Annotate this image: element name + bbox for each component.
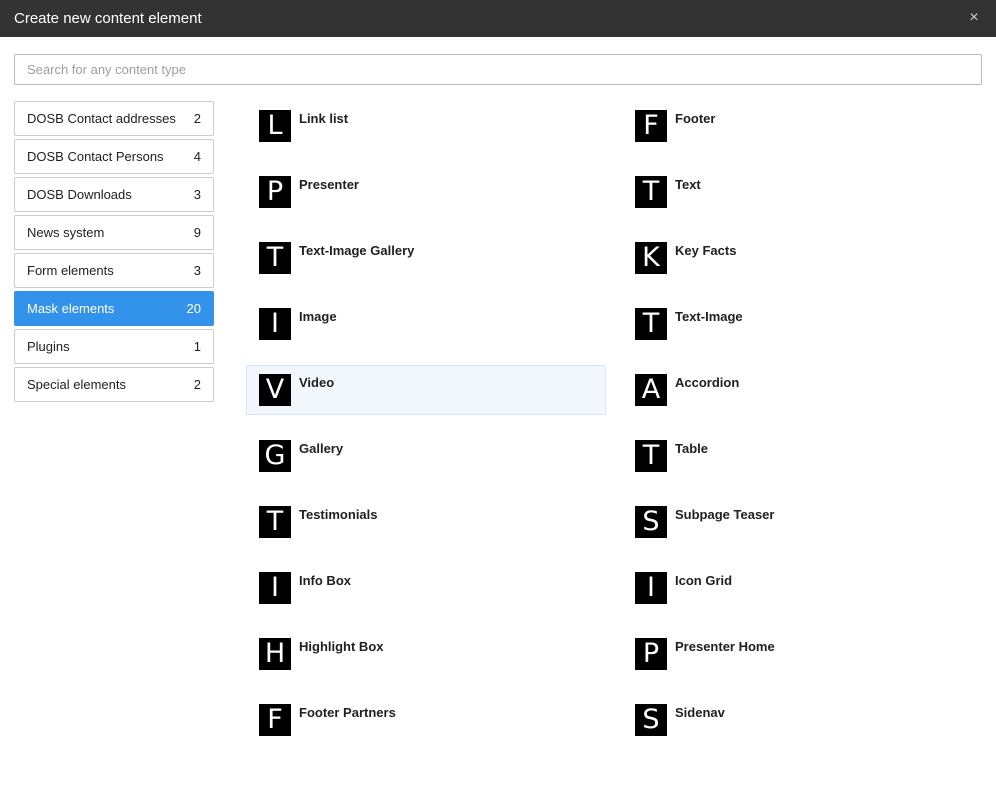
dialog-titlebar: Create new content element ×: [0, 0, 996, 37]
category-count: 1: [193, 339, 201, 354]
category-label: Special elements: [27, 377, 126, 392]
category-label: DOSB Contact addresses: [27, 111, 176, 126]
letter-icon: V: [259, 374, 291, 406]
content-element-label: Presenter: [299, 177, 359, 192]
category-count: 3: [193, 187, 201, 202]
content-element-item[interactable]: G Gallery: [246, 431, 606, 481]
category-list: DOSB Contact addresses 2 DOSB Contact Pers…: [14, 101, 214, 405]
content-element-item[interactable]: T Text-Image: [622, 299, 982, 349]
content-element-label: Testimonials: [299, 507, 378, 522]
content-element-label: Presenter Home: [675, 639, 775, 654]
search-input[interactable]: [14, 54, 982, 85]
content-element-item[interactable]: I Info Box: [246, 563, 606, 613]
letter-icon: H: [259, 638, 291, 670]
category-count: 2: [193, 377, 201, 392]
content-element-item[interactable]: T Text-Image Gallery: [246, 233, 606, 283]
content-element-item[interactable]: P Presenter Home: [622, 629, 982, 679]
category-count: 20: [186, 301, 201, 316]
category-item[interactable]: Form elements 3: [14, 253, 214, 288]
letter-icon: T: [259, 242, 291, 274]
content-element-label: Text-Image Gallery: [299, 243, 415, 258]
content-element-item[interactable]: V Video: [246, 365, 606, 415]
letter-icon: L: [259, 110, 291, 142]
letter-icon: I: [259, 572, 291, 604]
category-label: DOSB Contact Persons: [27, 149, 164, 164]
content-element-item[interactable]: L Link list: [246, 101, 606, 151]
letter-icon: K: [635, 242, 667, 274]
content-element-item[interactable]: T Text: [622, 167, 982, 217]
category-item[interactable]: DOSB Contact Persons 4: [14, 139, 214, 174]
category-count: 2: [193, 111, 201, 126]
content-element-label: Video: [299, 375, 335, 390]
content-element-item[interactable]: F Footer Partners: [246, 695, 606, 745]
content-element-label: Sidenav: [675, 705, 725, 720]
content-element-item[interactable]: P Presenter: [246, 167, 606, 217]
letter-icon: A: [635, 374, 667, 406]
letter-icon: S: [635, 704, 667, 736]
content-element-item[interactable]: I Icon Grid: [622, 563, 982, 613]
category-count: 9: [193, 225, 201, 240]
content-element-label: Text: [675, 177, 701, 192]
content-element-label: Text-Image: [675, 309, 743, 324]
category-count: 4: [193, 149, 201, 164]
category-label: Plugins: [27, 339, 70, 354]
content-element-label: Key Facts: [675, 243, 737, 258]
content-element-item[interactable]: H Highlight Box: [246, 629, 606, 679]
content-element-label: Footer Partners: [299, 705, 396, 720]
letter-icon: S: [635, 506, 667, 538]
category-count: 3: [193, 263, 201, 278]
letter-icon: G: [259, 440, 291, 472]
content-element-label: Info Box: [299, 573, 351, 588]
content-element-label: Table: [675, 441, 708, 456]
content-element-label: Icon Grid: [675, 573, 733, 588]
category-label: DOSB Downloads: [27, 187, 132, 202]
content-element-label: Footer: [675, 111, 716, 126]
letter-icon: P: [635, 638, 667, 670]
content-element-item[interactable]: S Subpage Teaser: [622, 497, 982, 547]
category-label: Mask elements: [27, 301, 115, 316]
letter-icon: F: [259, 704, 291, 736]
content-element-item[interactable]: T Testimonials: [246, 497, 606, 547]
letter-icon: P: [259, 176, 291, 208]
content-element-label: Gallery: [299, 441, 344, 456]
letter-icon: T: [635, 308, 667, 340]
close-icon[interactable]: ×: [966, 9, 982, 27]
category-item[interactable]: DOSB Downloads 3: [14, 177, 214, 212]
content-element-item[interactable]: K Key Facts: [622, 233, 982, 283]
content-element-item[interactable]: F Footer: [622, 101, 982, 151]
content-element-item[interactable]: A Accordion: [622, 365, 982, 415]
content-element-label: Accordion: [675, 375, 740, 390]
content-element-label: Link list: [299, 111, 349, 126]
category-label: Form elements: [27, 263, 114, 278]
letter-icon: T: [259, 506, 291, 538]
category-item[interactable]: DOSB Contact addresses 2: [14, 101, 214, 136]
content-element-label: Image: [299, 309, 337, 324]
content-element-label: Subpage Teaser: [675, 507, 775, 522]
category-item[interactable]: News system 9: [14, 215, 214, 250]
content-element-item[interactable]: S Sidenav: [622, 695, 982, 745]
dialog-title: Create new content element: [14, 10, 202, 27]
letter-icon: T: [635, 176, 667, 208]
category-item[interactable]: Special elements 2: [14, 367, 214, 402]
letter-icon: T: [635, 440, 667, 472]
letter-icon: I: [635, 572, 667, 604]
category-label: News system: [27, 225, 105, 240]
letter-icon: F: [635, 110, 667, 142]
content-element-item[interactable]: T Table: [622, 431, 982, 481]
content-element-label: Highlight Box: [299, 639, 384, 654]
letter-icon: I: [259, 308, 291, 340]
category-item[interactable]: Plugins 1: [14, 329, 214, 364]
content-element-item[interactable]: I Image: [246, 299, 606, 349]
category-item[interactable]: Mask elements 20: [14, 291, 214, 326]
